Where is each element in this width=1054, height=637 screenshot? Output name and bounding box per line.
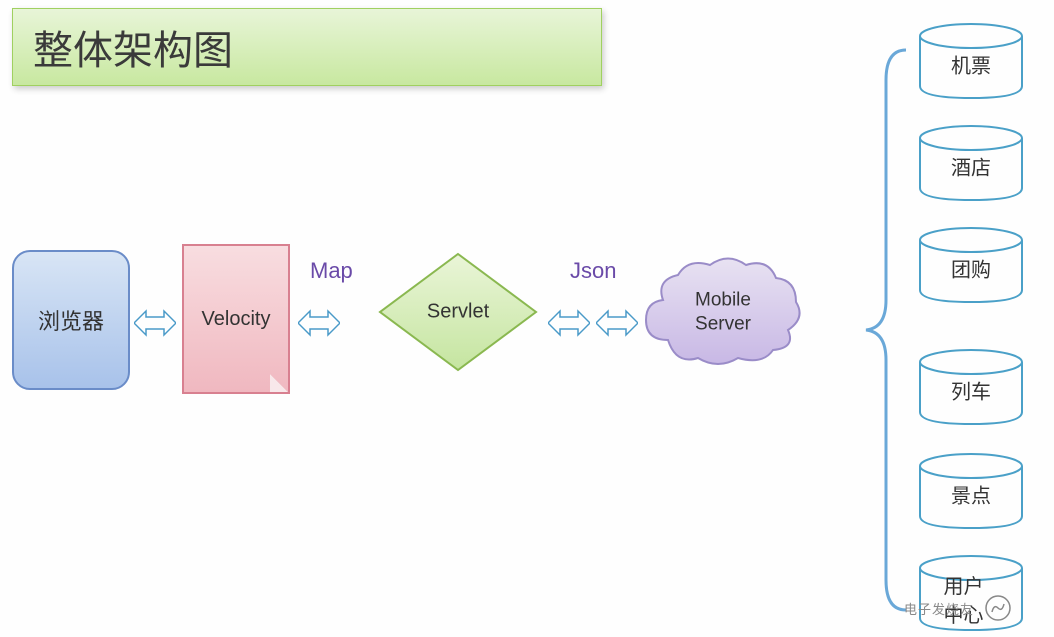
service-label: 景点	[951, 479, 991, 508]
service-label: 机票	[951, 49, 991, 78]
browser-label: 浏览器	[38, 304, 104, 336]
arrow-servlet-cloud-2	[596, 308, 638, 338]
mobile-server-label: Mobile Server	[681, 288, 766, 337]
node-velocity: Velocity	[182, 244, 290, 394]
arrow-servlet-cloud-1	[548, 308, 590, 338]
double-arrow-icon	[596, 308, 638, 338]
service-groupbuy: 团购	[916, 226, 1026, 304]
watermark-text: 电子发烧友	[904, 599, 974, 618]
service-hotel: 酒店	[916, 124, 1026, 202]
service-train: 列车	[916, 348, 1026, 426]
velocity-label: Velocity	[202, 308, 271, 331]
service-label: 团购	[951, 253, 991, 282]
service-label: 列车	[951, 375, 991, 404]
double-arrow-icon	[134, 308, 176, 338]
node-servlet: Servlet	[378, 252, 538, 372]
bracket-icon	[858, 40, 908, 620]
node-mobile-server: Mobile Server	[638, 250, 808, 375]
node-browser: 浏览器	[12, 250, 130, 390]
label-map: Map	[310, 258, 353, 284]
label-json: Json	[570, 258, 616, 284]
double-arrow-icon	[298, 308, 340, 338]
arrow-velocity-servlet	[298, 308, 340, 338]
double-arrow-icon	[548, 308, 590, 338]
service-label: 酒店	[951, 151, 991, 180]
diagram-title-box: 整体架构图	[12, 8, 602, 86]
servlet-label: Servlet	[427, 301, 489, 324]
service-attraction: 景点	[916, 452, 1026, 530]
arrow-browser-velocity	[134, 308, 176, 338]
service-flight: 机票	[916, 22, 1026, 100]
watermark-logo-icon	[984, 594, 1012, 622]
service-bracket	[858, 40, 908, 620]
diagram-title: 整体架构图	[33, 18, 233, 76]
